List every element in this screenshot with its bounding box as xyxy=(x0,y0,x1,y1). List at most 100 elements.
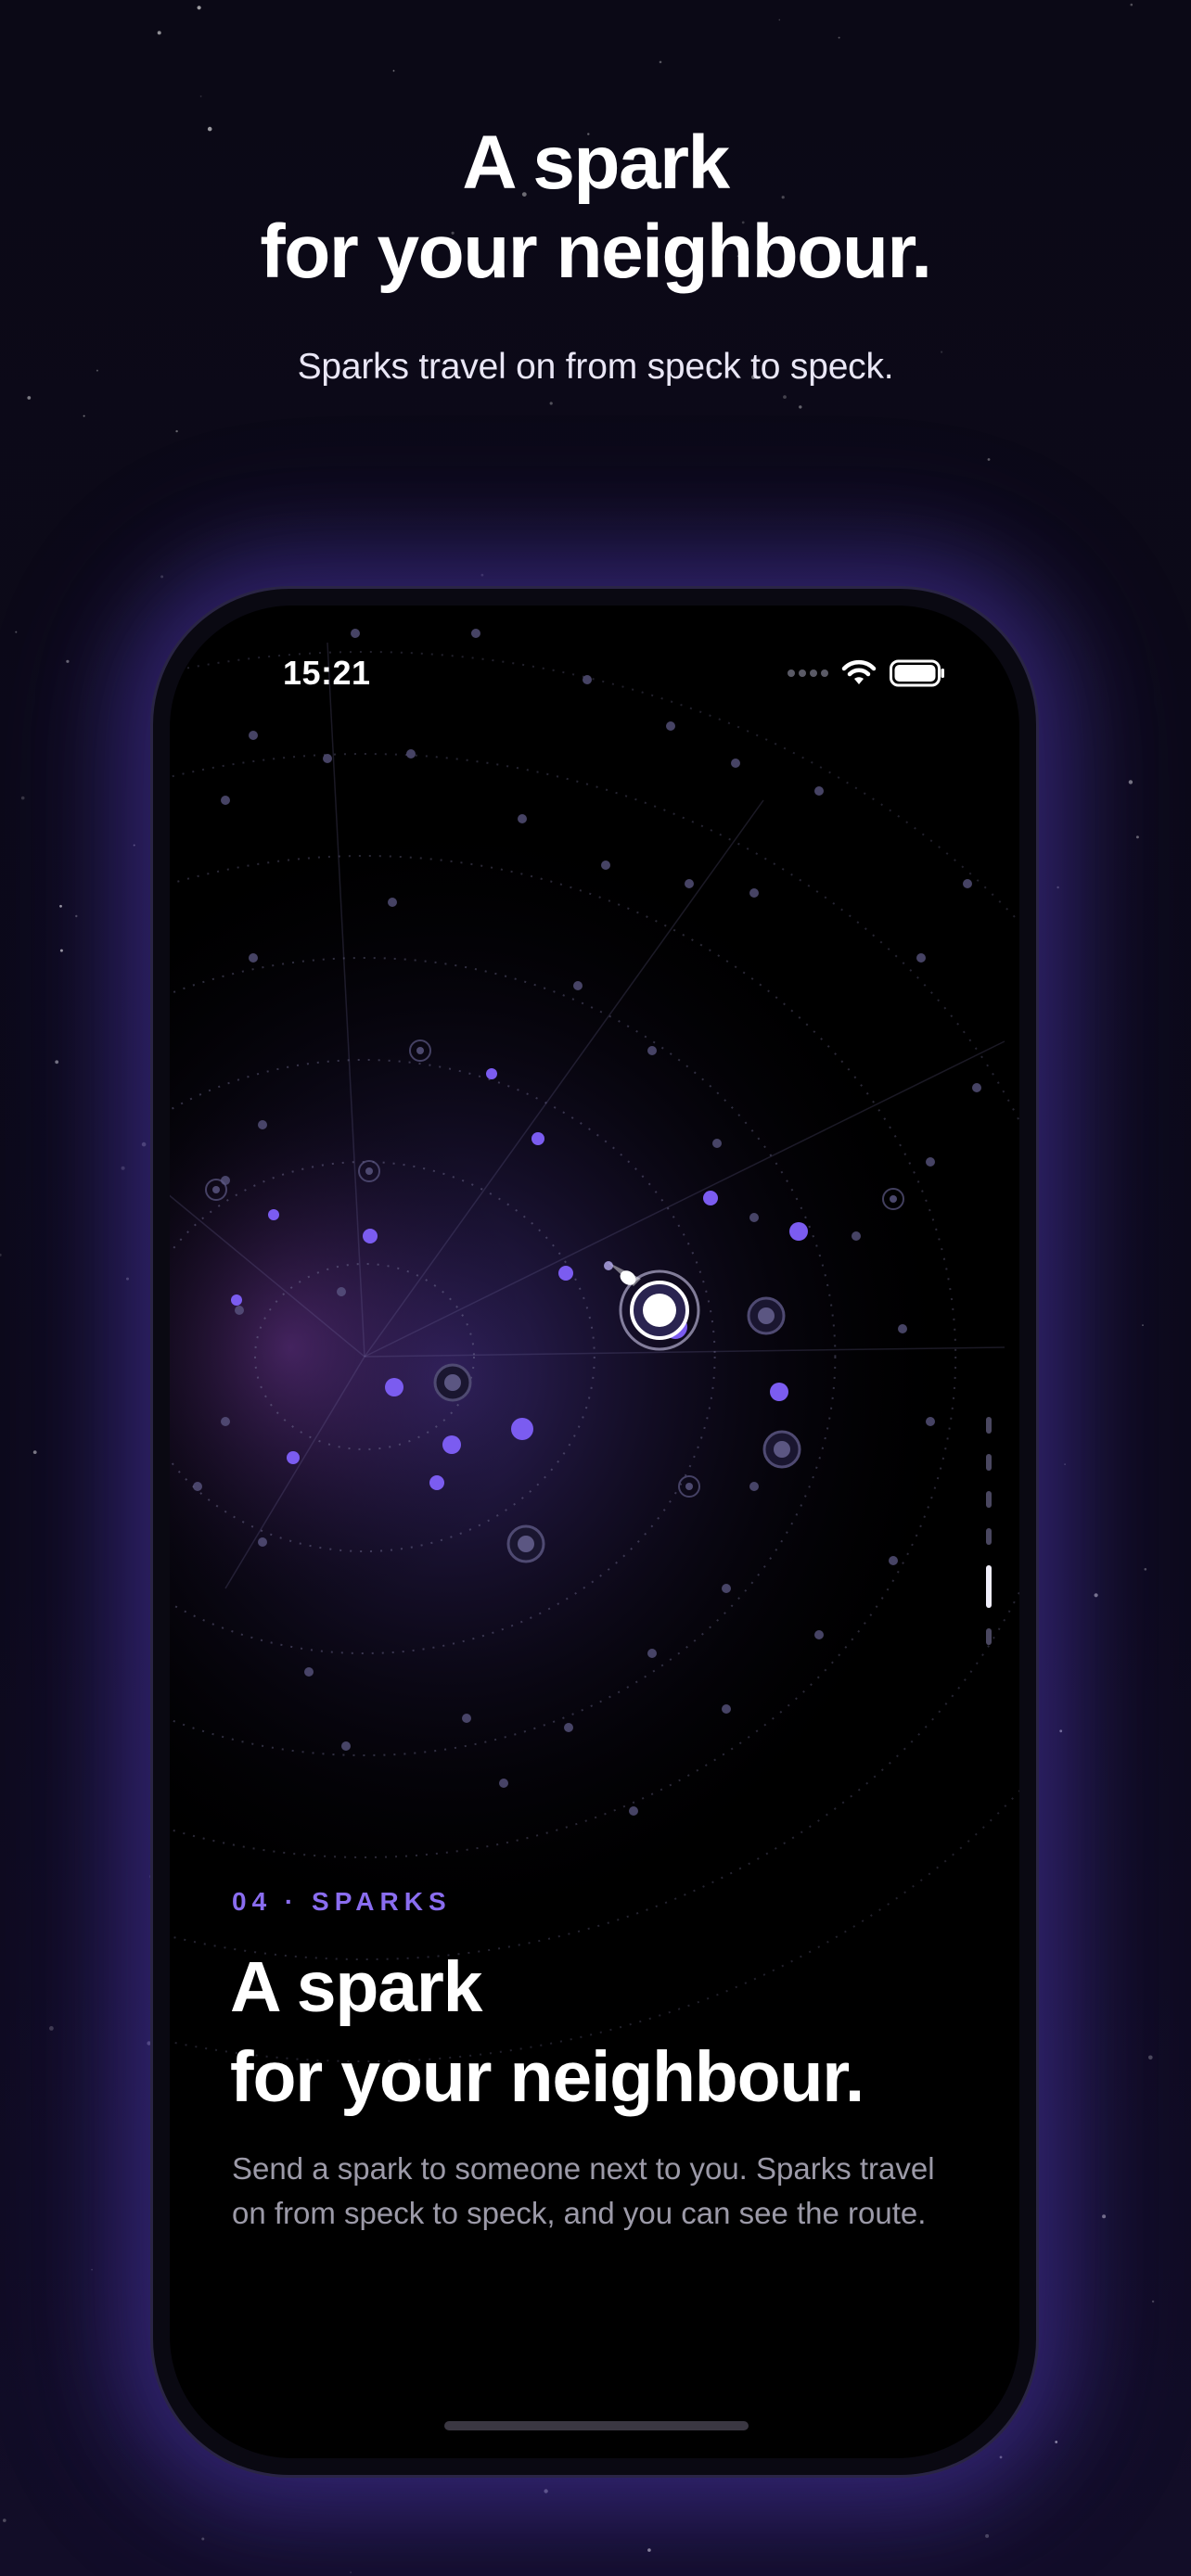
speck-node xyxy=(889,1556,898,1565)
hero-title-line1: A spark xyxy=(462,121,730,205)
speck-node xyxy=(963,879,972,888)
star xyxy=(157,31,161,35)
speck-node xyxy=(351,629,360,638)
spark-node xyxy=(442,1435,461,1454)
speck-node xyxy=(814,786,824,796)
status-time: 15:21 xyxy=(283,654,371,692)
star xyxy=(350,2571,352,2573)
star xyxy=(175,429,178,433)
speck-node xyxy=(193,1482,202,1491)
speck-node xyxy=(583,675,592,684)
star xyxy=(91,2268,93,2271)
speck-node xyxy=(926,1417,935,1426)
page-dot[interactable] xyxy=(986,1628,992,1645)
speck-node-core xyxy=(416,1047,424,1054)
spark-node xyxy=(789,1222,808,1241)
star xyxy=(392,70,395,72)
star xyxy=(1144,1568,1147,1571)
speck-node xyxy=(221,1417,230,1426)
star xyxy=(133,844,135,847)
section-kicker: 04 · SPARKS xyxy=(232,1887,452,1916)
speck-node xyxy=(814,1630,824,1639)
star xyxy=(985,2533,990,2538)
star xyxy=(199,96,202,97)
star xyxy=(49,2026,54,2031)
spark-node xyxy=(770,1383,788,1401)
speck-node xyxy=(916,953,926,963)
speck-node xyxy=(388,898,397,907)
star xyxy=(783,395,787,399)
speck-node-ringed-core xyxy=(444,1374,461,1391)
speck-node xyxy=(573,981,583,990)
star xyxy=(1128,780,1133,784)
spark-node xyxy=(231,1294,242,1306)
speck-node xyxy=(258,1537,267,1547)
star xyxy=(66,659,70,663)
star xyxy=(59,949,63,952)
phone-frame: 15:21 04 · SPARKS A spark for your neigh… xyxy=(150,586,1039,2478)
star xyxy=(126,1277,129,1281)
page-dot[interactable] xyxy=(986,1491,992,1508)
speck-node-ringed-core xyxy=(758,1307,775,1324)
page-dot[interactable] xyxy=(986,1565,992,1608)
section-body: Send a spark to someone next to you. Spa… xyxy=(232,2151,935,2230)
star xyxy=(201,2537,205,2541)
home-indicator[interactable] xyxy=(444,2421,749,2430)
speck-node xyxy=(666,721,675,731)
spark-node xyxy=(363,1229,378,1243)
speck-node xyxy=(235,1306,244,1315)
phone-screen: 15:21 04 · SPARKS A spark for your neigh… xyxy=(170,606,1019,2458)
page-dot[interactable] xyxy=(986,1417,992,1434)
spark-node xyxy=(511,1418,533,1440)
speck-node xyxy=(304,1667,314,1677)
speck-node xyxy=(647,1046,657,1055)
star xyxy=(659,60,662,64)
star xyxy=(141,1141,147,1147)
spark-node xyxy=(268,1209,279,1220)
speck-node xyxy=(462,1714,471,1723)
current-speck xyxy=(643,1294,676,1327)
hero-title: A spark for your neighbour. xyxy=(0,119,1191,297)
speck-node xyxy=(647,1649,657,1658)
star xyxy=(1102,2214,1107,2219)
star xyxy=(83,414,85,417)
speck-node xyxy=(749,1213,759,1222)
speck-node-ringed-core xyxy=(518,1536,534,1552)
speck-node xyxy=(712,1139,722,1148)
spark-origin xyxy=(604,1261,613,1270)
star xyxy=(1064,1463,1066,1465)
speck-node xyxy=(564,1723,573,1732)
hero-title-line2: for your neighbour. xyxy=(260,210,932,294)
speck-node xyxy=(749,1482,759,1491)
star xyxy=(59,904,62,908)
star xyxy=(3,2519,6,2522)
speck-node xyxy=(323,754,332,763)
star xyxy=(1094,1593,1098,1598)
speck-node-core xyxy=(212,1186,220,1193)
speck-node xyxy=(341,1741,351,1751)
star xyxy=(544,2489,548,2493)
spark-node xyxy=(703,1191,718,1205)
star xyxy=(1148,2055,1153,2060)
speck-node xyxy=(499,1779,508,1788)
speck-node xyxy=(749,888,759,898)
speck-node xyxy=(601,861,610,870)
star xyxy=(160,575,164,579)
star xyxy=(121,1166,125,1170)
star xyxy=(1151,2300,1155,2303)
spark-node xyxy=(558,1266,573,1281)
section-title-line2: for your neighbour. xyxy=(230,2037,864,2117)
wifi-icon xyxy=(841,659,877,684)
page-dot[interactable] xyxy=(986,1454,992,1471)
section-title: A spark for your neighbour. xyxy=(230,1943,991,2123)
star xyxy=(1130,3,1133,6)
speck-node-core xyxy=(685,1483,693,1490)
speck-node xyxy=(221,796,230,805)
page-dot[interactable] xyxy=(986,1528,992,1545)
spark-node xyxy=(287,1451,300,1464)
speck-node xyxy=(629,1806,638,1816)
section-title-line1: A spark xyxy=(230,1947,482,2027)
star xyxy=(0,1253,2,1256)
speck-node-core xyxy=(890,1195,897,1203)
page-indicator[interactable] xyxy=(986,1417,992,1645)
